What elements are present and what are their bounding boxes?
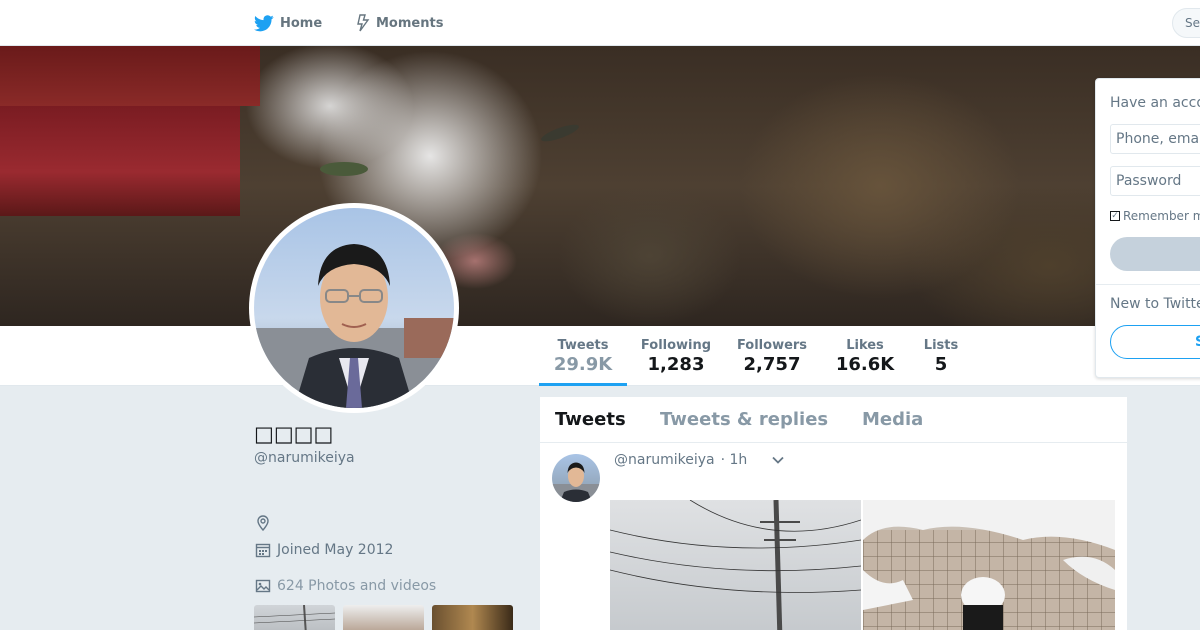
calendar-icon bbox=[255, 542, 271, 558]
tweet-header: @narumikeiya · 1h bbox=[614, 452, 785, 468]
stat-value: 29.9K bbox=[553, 354, 613, 375]
timeline: Tweets Tweets & replies Media @narumikei… bbox=[540, 397, 1127, 630]
timeline-tabs: Tweets Tweets & replies Media bbox=[540, 397, 1127, 443]
tweet-media-image[interactable] bbox=[863, 500, 1115, 630]
tweet-handle[interactable]: @narumikeiya bbox=[614, 452, 715, 468]
tweet-time[interactable]: · 1h bbox=[721, 452, 748, 468]
stat-label: Followers bbox=[736, 338, 808, 353]
photo-thumbnail[interactable] bbox=[343, 605, 424, 630]
new-to-twitter-label: New to Twitte bbox=[1110, 296, 1200, 312]
phone-email-field[interactable]: Phone, emai bbox=[1110, 124, 1200, 154]
tab-tweets[interactable]: Tweets bbox=[555, 409, 626, 430]
avatar-photo bbox=[254, 208, 454, 408]
profile-banner bbox=[0, 46, 1200, 326]
remember-me[interactable]: ✓ Remember m bbox=[1110, 209, 1200, 223]
profile-stats-bar: Tweets 29.9K Following 1,283 Followers 2… bbox=[0, 326, 1200, 386]
remember-checkbox[interactable]: ✓ bbox=[1110, 211, 1120, 221]
banner-red-area bbox=[0, 46, 260, 106]
stat-followers[interactable]: Followers 2,757 bbox=[733, 326, 811, 386]
stat-likes[interactable]: Likes 16.6K bbox=[832, 326, 898, 386]
stat-value: 2,757 bbox=[743, 354, 801, 375]
banner-red-cushion bbox=[0, 106, 240, 216]
stat-label: Tweets bbox=[557, 338, 609, 353]
image-icon bbox=[255, 578, 271, 594]
tweet-media-image[interactable] bbox=[610, 500, 861, 630]
nav-home-label: Home bbox=[280, 15, 323, 31]
photo-thumbnail[interactable] bbox=[254, 605, 335, 630]
banner-cat-eye-2 bbox=[539, 121, 581, 145]
photo-thumbnail[interactable] bbox=[432, 605, 513, 630]
screen-name[interactable]: @narumikeiya bbox=[254, 450, 355, 466]
stat-label: Lists bbox=[923, 338, 959, 353]
signup-label: S bbox=[1195, 334, 1200, 350]
photos-videos-link[interactable]: 624 Photos and videos bbox=[255, 578, 436, 594]
profile-joined: Joined May 2012 bbox=[255, 542, 393, 558]
stat-value: 16.6K bbox=[835, 354, 895, 375]
login-button[interactable] bbox=[1110, 237, 1200, 271]
login-title: Have an acco bbox=[1110, 95, 1200, 111]
stat-following[interactable]: Following 1,283 bbox=[638, 326, 714, 386]
banner-cat-eye bbox=[320, 162, 368, 176]
phone-email-placeholder: Phone, emai bbox=[1116, 131, 1200, 147]
stat-lists[interactable]: Lists 5 bbox=[920, 326, 962, 386]
profile-location bbox=[255, 515, 277, 531]
display-name: □□□□ bbox=[254, 422, 334, 446]
password-field[interactable]: Password bbox=[1110, 166, 1200, 196]
remember-label: Remember m bbox=[1123, 209, 1200, 223]
profile-avatar[interactable] bbox=[249, 203, 459, 413]
login-divider bbox=[1096, 284, 1200, 285]
login-panel: Have an acco Phone, emai Password ✓ Reme… bbox=[1095, 78, 1200, 378]
photos-videos-count: 624 Photos and videos bbox=[277, 578, 437, 594]
chevron-down-icon[interactable] bbox=[771, 453, 785, 467]
stat-value: 5 bbox=[934, 354, 948, 375]
joined-date: Joined May 2012 bbox=[277, 542, 394, 558]
search-input[interactable]: Se bbox=[1172, 8, 1200, 38]
twitter-bird-icon bbox=[254, 14, 274, 32]
nav-moments[interactable]: Moments bbox=[356, 0, 443, 46]
top-navigation: Home Moments Se bbox=[0, 0, 1200, 46]
password-placeholder: Password bbox=[1116, 173, 1182, 189]
tab-tweets-replies[interactable]: Tweets & replies bbox=[660, 409, 828, 430]
stat-label: Likes bbox=[846, 338, 884, 353]
stat-tweets[interactable]: Tweets 29.9K bbox=[539, 326, 627, 386]
nav-moments-label: Moments bbox=[376, 15, 444, 31]
tweet-avatar[interactable] bbox=[552, 454, 600, 502]
search-placeholder: Se bbox=[1185, 16, 1200, 30]
nav-home[interactable]: Home bbox=[254, 0, 322, 46]
stat-value: 1,283 bbox=[647, 354, 705, 375]
stat-label: Following bbox=[640, 338, 712, 353]
lightning-icon bbox=[356, 14, 370, 32]
location-pin-icon bbox=[255, 515, 271, 531]
signup-button[interactable]: S bbox=[1110, 325, 1200, 359]
tab-media[interactable]: Media bbox=[862, 409, 923, 430]
